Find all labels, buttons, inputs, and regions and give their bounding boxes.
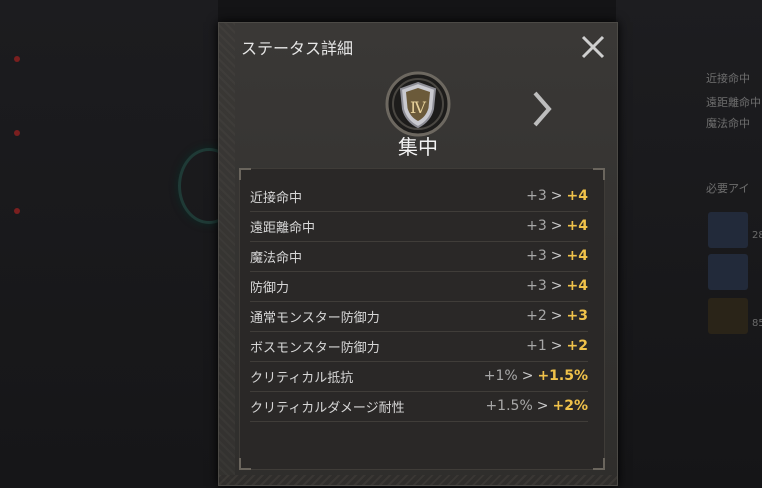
next-stat-button[interactable] — [529, 89, 555, 129]
stat-list-panel: 近接命中 +3 > +4 遠距離命中 +3 > +4 魔法命中 +3 > +4 防御力 +3… — [239, 168, 605, 470]
bg-item-slot — [708, 212, 748, 248]
arrow-icon: > — [550, 278, 563, 294]
arrow-icon: > — [550, 248, 563, 264]
close-icon — [581, 35, 605, 59]
panel-corner — [239, 168, 251, 180]
status-detail-dialog: ステータス詳細 Ⅳ 集中 近接命中 +3 > +4 遠距離命中 +3 > +4 … — [218, 22, 618, 486]
stat-row: 通常モンスター防御力 +2 > +3 — [250, 301, 588, 332]
bg-stat-line: 魔法命中 — [706, 117, 750, 130]
stat-current-value: +3 — [526, 278, 547, 294]
stat-row-label: 近接命中 — [250, 190, 303, 206]
stat-row: 防御力 +3 > +4 — [250, 271, 588, 302]
arrow-icon: > — [536, 398, 549, 414]
stat-row-label: 遠距離命中 — [250, 220, 316, 236]
dialog-edge-decoration — [219, 23, 235, 485]
dialog-bottom-decoration — [219, 475, 617, 485]
rank-shield-emblem-icon: Ⅳ — [385, 71, 451, 137]
stat-current-value: +1% — [483, 368, 518, 384]
stat-current-value: +1.5% — [485, 398, 533, 414]
stat-row-label: 魔法命中 — [250, 250, 303, 266]
stat-next-value: +4 — [566, 218, 588, 234]
stat-next-value: +2% — [552, 398, 589, 414]
panel-corner — [593, 458, 605, 470]
chevron-right-icon — [533, 91, 552, 127]
stat-name: 集中 — [398, 135, 438, 159]
arrow-icon: > — [521, 368, 534, 384]
stat-current-value: +2 — [526, 308, 547, 324]
panel-corner — [239, 458, 251, 470]
panel-corner — [593, 168, 605, 180]
stat-row: 近接命中 +3 > +4 — [250, 181, 588, 212]
stat-row: 魔法命中 +3 > +4 — [250, 241, 588, 272]
rank-emblem: Ⅳ — [383, 69, 453, 139]
arrow-icon: > — [550, 188, 563, 204]
bg-section-header: 必要アイ — [706, 182, 750, 195]
close-button[interactable] — [579, 33, 607, 61]
bg-stat-line: 近接命中 — [706, 72, 750, 85]
stat-row: 遠距離命中 +3 > +4 — [250, 211, 588, 242]
rank-numeral: Ⅳ — [410, 98, 427, 117]
stat-row-label: クリティカルダメージ耐性 — [250, 400, 405, 416]
stat-row-label: クリティカル抵抗 — [250, 370, 354, 386]
stat-row: クリティカルダメージ耐性 +1.5% > +2% — [250, 391, 588, 422]
stat-next-value: +4 — [566, 278, 588, 294]
background-left-panel — [0, 0, 218, 488]
stat-current-value: +3 — [526, 218, 547, 234]
bg-item-count: 28 — [752, 230, 762, 241]
stat-row-label: ボスモンスター防御力 — [250, 340, 380, 356]
arrow-icon: > — [550, 218, 563, 234]
bg-item-count: 85 — [752, 318, 762, 329]
stat-next-value: +4 — [566, 188, 588, 204]
stat-current-value: +1 — [526, 338, 547, 354]
stat-row: クリティカル抵抗 +1% > +1.5% — [250, 361, 588, 392]
stat-next-value: +1.5% — [537, 368, 588, 384]
stat-next-value: +4 — [566, 248, 588, 264]
bg-item-slot — [708, 298, 748, 334]
notification-dot — [14, 130, 20, 136]
stat-row-label: 通常モンスター防御力 — [250, 310, 380, 326]
stat-next-value: +2 — [566, 338, 588, 354]
notification-dot — [14, 208, 20, 214]
stat-current-value: +3 — [526, 188, 547, 204]
bg-item-slot — [708, 254, 748, 290]
stat-row: ボスモンスター防御力 +1 > +2 — [250, 331, 588, 362]
arrow-icon: > — [550, 308, 563, 324]
stat-next-value: +3 — [566, 308, 588, 324]
stat-current-value: +3 — [526, 248, 547, 264]
notification-dot — [14, 56, 20, 62]
arrow-icon: > — [550, 338, 563, 354]
dialog-title: ステータス詳細 — [241, 39, 354, 58]
stat-row-label: 防御力 — [250, 280, 290, 296]
bg-stat-line: 遠距離命中 — [706, 96, 761, 109]
